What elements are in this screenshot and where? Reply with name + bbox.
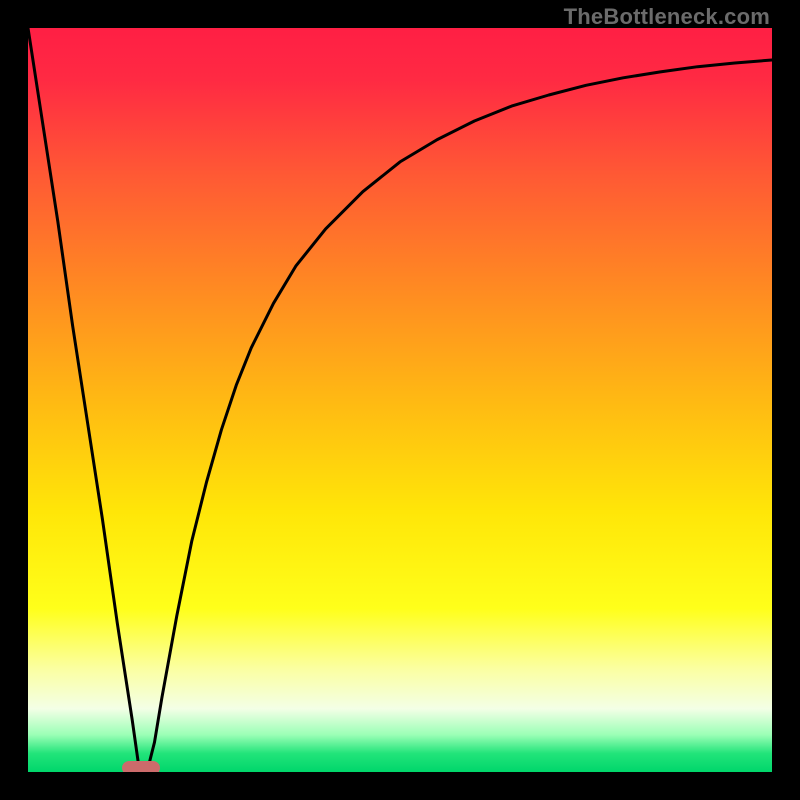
chart-frame: TheBottleneck.com	[0, 0, 800, 800]
plot-area	[28, 28, 772, 772]
watermark-text: TheBottleneck.com	[564, 4, 770, 30]
bottleneck-curve	[28, 28, 772, 772]
optimal-marker	[122, 761, 160, 772]
curve-layer	[28, 28, 772, 772]
